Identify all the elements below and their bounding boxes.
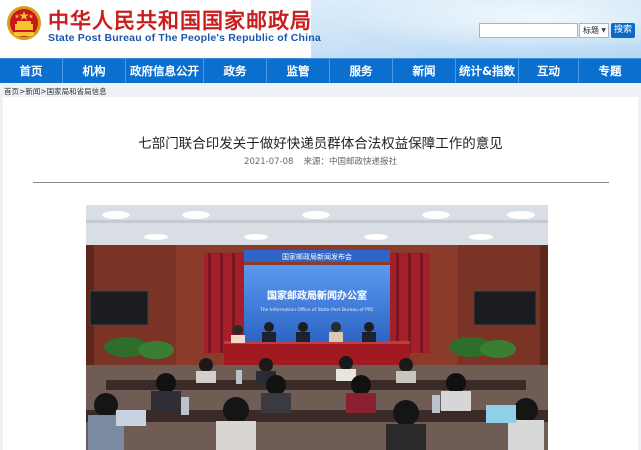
article-meta: 2021-07-08 来源：中国邮政快递报社 <box>3 155 638 167</box>
breadcrumb-home[interactable]: 首页 <box>4 87 19 96</box>
nav-item-topics[interactable]: 专题 <box>579 59 641 83</box>
site-title[interactable]: 中华人民共和国国家邮政局 <box>48 5 312 35</box>
nav-item-home[interactable]: 首页 <box>0 59 63 83</box>
search-field-select-value: 标题 <box>583 26 599 35</box>
site-subtitle: State Post Bureau of The People's Republ… <box>48 32 321 44</box>
search-input[interactable] <box>479 23 578 38</box>
article-card: 七部门联合印发关于做好快递员群体合法权益保障工作的意见 2021-07-08 来源… <box>3 97 638 450</box>
article-date: 2021-07-08 <box>244 157 294 167</box>
nav-item-service[interactable]: 服务 <box>330 59 393 83</box>
breadcrumb: 首页>新闻>国家局和省局信息 <box>4 86 107 97</box>
banner-text: 国家邮政局新闻发布会 <box>282 252 352 261</box>
press-conference-image: 国家邮政局新闻发布会 国家邮政局新闻办公室 The Information Of… <box>86 205 548 450</box>
article-source: 中国邮政快递报社 <box>328 157 397 167</box>
search-field-select[interactable]: 标题 ▼ <box>579 23 609 38</box>
site-header: 中华人民共和国国家邮政局 State Post Bureau of The Pe… <box>0 0 641 58</box>
search-button[interactable]: 搜索 <box>611 23 635 38</box>
nav-item-institutions[interactable]: 机构 <box>63 59 126 83</box>
article-photo: 国家邮政局新闻发布会 国家邮政局新闻办公室 The Information Of… <box>86 205 548 450</box>
chevron-down-icon: ▼ <box>601 27 606 34</box>
breadcrumb-current[interactable]: 国家局和省局信息 <box>47 87 107 96</box>
nav-item-gov-info[interactable]: 政府信息公开 <box>126 59 204 83</box>
nav-item-regulation[interactable]: 监管 <box>267 59 330 83</box>
nav-item-interaction[interactable]: 互动 <box>519 59 579 83</box>
nav-item-statistics[interactable]: 统计&指数 <box>456 59 519 83</box>
screen-subtitle: The Information Office of State Post Bur… <box>259 307 374 313</box>
main-nav: 首页 机构 政府信息公开 政务 监管 服务 新闻 统计&指数 互动 专题 <box>0 58 641 83</box>
title-divider <box>33 182 609 183</box>
nav-item-news[interactable]: 新闻 <box>393 59 456 83</box>
breadcrumb-news[interactable]: 新闻 <box>25 87 40 96</box>
screen-title: 国家邮政局新闻办公室 <box>267 289 367 302</box>
article-source-label: 来源： <box>303 157 329 167</box>
nav-item-affairs[interactable]: 政务 <box>204 59 267 83</box>
national-emblem-icon[interactable] <box>6 5 42 41</box>
article-title: 七部门联合印发关于做好快递员群体合法权益保障工作的意见 <box>138 136 503 152</box>
